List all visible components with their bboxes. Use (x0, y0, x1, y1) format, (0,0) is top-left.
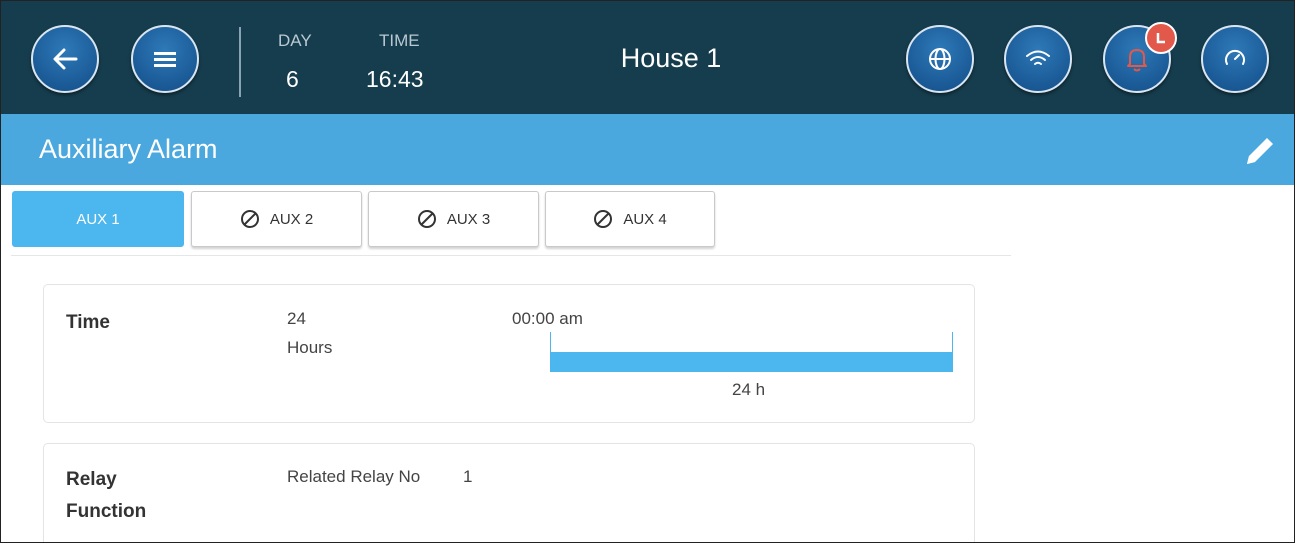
disabled-icon (594, 210, 613, 228)
relay-card-label-line1: Relay (66, 469, 117, 490)
tab-label: AUX 3 (446, 210, 491, 228)
menu-button[interactable] (131, 25, 199, 93)
tab-aux-1[interactable]: AUX 1 (12, 191, 184, 247)
time-value: 16:43 (366, 66, 424, 92)
edit-button[interactable] (1241, 132, 1279, 175)
title-bar: Auxiliary Alarm (1, 114, 1294, 185)
alarm-type-icon (1156, 33, 1165, 44)
tab-label: AUX 2 (269, 210, 314, 228)
day-label: DAY (278, 31, 312, 50)
house-title: House 1 (620, 43, 722, 73)
day-value: 6 (286, 66, 299, 92)
tab-label: AUX 1 (76, 210, 120, 228)
tab-label: AUX 4 (623, 210, 667, 228)
relay-number-label: Related Relay No (287, 467, 421, 486)
bell-icon (1127, 49, 1147, 72)
pencil-icon (1247, 138, 1273, 164)
timeline-start-tick (550, 332, 551, 354)
alarm-badge (1145, 22, 1177, 54)
menu-icon (154, 52, 176, 67)
topbar-divider (239, 27, 241, 97)
tabs-divider (11, 255, 1011, 256)
tab-aux-2[interactable]: AUX 2 (191, 191, 362, 247)
time-label: TIME (379, 31, 420, 50)
globe-icon (929, 48, 951, 70)
timeline-bar (550, 352, 953, 372)
gauge-icon (1225, 49, 1245, 65)
dashboard-button[interactable] (1201, 25, 1269, 93)
wifi-icon (1026, 50, 1050, 65)
time-card-label: Time (66, 312, 111, 333)
tab-aux-4[interactable]: AUX 4 (545, 191, 715, 247)
disabled-icon (240, 210, 259, 228)
page-title: Auxiliary Alarm (39, 134, 218, 164)
disabled-icon (417, 210, 436, 228)
tab-aux-3[interactable]: AUX 3 (368, 191, 539, 247)
start-time[interactable]: 00:00 am (512, 309, 583, 329)
back-arrow-icon (53, 48, 78, 70)
relay-card-label-line2: Function (66, 501, 147, 522)
duration-unit: Hours (287, 338, 333, 357)
top-bar: DAY 6 TIME 16:43 House 1 (1, 1, 1294, 114)
timeline-end-tick (952, 332, 953, 354)
timeline-bar-label: 24 h (732, 380, 766, 399)
back-button[interactable] (31, 25, 99, 93)
relay-card: Relay Function (43, 443, 975, 542)
network-button[interactable] (1004, 25, 1072, 93)
screen: DAY 6 TIME 16:43 House 1 Auxiliary Alarm… (0, 0, 1295, 543)
duration-value[interactable]: 24 (287, 309, 306, 329)
relay-number-value[interactable]: 1 (463, 467, 472, 487)
language-button[interactable] (906, 25, 974, 93)
